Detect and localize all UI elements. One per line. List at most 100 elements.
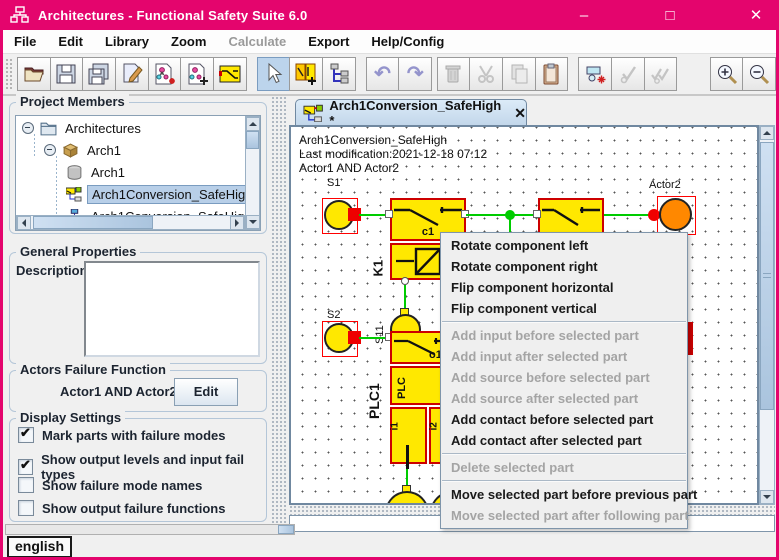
wire-c2-actor2: [604, 214, 653, 216]
hierarchy-button[interactable]: [322, 57, 356, 91]
description-label: Description: [16, 263, 88, 278]
delete-architecture-button[interactable]: [148, 57, 182, 91]
scroll-left-arrow[interactable]: [17, 216, 31, 230]
tab-close-icon[interactable]: ✕: [514, 105, 526, 122]
tree-item-arch1[interactable]: Arch1: [44, 140, 125, 160]
i2-label: i2: [429, 411, 440, 431]
canvas-vscroll-thumb[interactable]: [760, 142, 774, 410]
c1-left-connector[interactable]: [385, 210, 393, 218]
undo-arrow-icon: ↶: [374, 64, 391, 84]
paste-button[interactable]: [535, 57, 569, 91]
scroll-up-arrow[interactable]: [760, 126, 774, 140]
general-properties-title: General Properties: [16, 244, 140, 259]
tree-hscroll-thumb[interactable]: [33, 216, 153, 229]
menu-item-rotate-left[interactable]: Rotate component left: [441, 235, 687, 256]
s2-label: S2: [327, 309, 340, 321]
actor2[interactable]: [659, 198, 692, 231]
menu-edit[interactable]: Edit: [47, 34, 94, 49]
menu-item-move-before-previous[interactable]: Move selected part before previous part: [441, 484, 687, 505]
zoom-in-button[interactable]: [710, 57, 744, 91]
tree-item-arch1conversion-safehigh[interactable]: Arch1Conversion_SafeHigh: [66, 184, 257, 204]
menu-item-rotate-right[interactable]: Rotate component right: [441, 256, 687, 277]
option-show-failure-mode-names: Show failure mode names: [18, 477, 202, 493]
option-show-output-failure-functions: Show output failure functions: [18, 500, 225, 516]
menu-item-flip-horizontal[interactable]: Flip component horizontal: [441, 277, 687, 298]
application-window: Architectures - Functional Safety Suite …: [0, 0, 779, 560]
scroll-up-arrow[interactable]: [246, 117, 260, 131]
component-icon: [218, 62, 242, 86]
k1-bottom-connector[interactable]: [401, 277, 409, 285]
pointer-button[interactable]: [257, 57, 291, 91]
tree-vertical-scrollbar[interactable]: [245, 116, 260, 230]
menu-file[interactable]: File: [3, 34, 47, 49]
edit-failure-function-button[interactable]: Edit: [174, 378, 238, 406]
menu-separator: [442, 321, 686, 323]
left-hscroll-thumb[interactable]: [278, 525, 294, 534]
menu-zoom[interactable]: Zoom: [160, 34, 217, 49]
show-output-levels-checkbox[interactable]: [18, 459, 33, 475]
diagram-delete-icon: [152, 62, 176, 86]
undo-button[interactable]: ↶: [366, 57, 400, 91]
scroll-right-arrow[interactable]: [230, 216, 244, 230]
vertical-splitter[interactable]: [271, 96, 286, 524]
add-component-button[interactable]: [289, 57, 323, 91]
left-bottom-scrollbar[interactable]: [5, 524, 295, 535]
expand-toggle-icon[interactable]: [22, 122, 34, 134]
toolbar-grip[interactable]: [5, 58, 12, 90]
maximize-button[interactable]: □: [647, 0, 693, 30]
sensor1[interactable]: [385, 491, 429, 505]
minimize-button[interactable]: –: [561, 0, 607, 30]
show-output-failure-functions-checkbox[interactable]: [18, 500, 34, 516]
new-architecture-button[interactable]: [180, 57, 214, 91]
tree-horizontal-scrollbar[interactable]: [16, 215, 245, 230]
menu-item-add-contact-after[interactable]: Add contact after selected part: [441, 430, 687, 451]
save-all-button[interactable]: [82, 57, 116, 91]
menu-library[interactable]: Library: [94, 34, 160, 49]
expand-toggle-icon[interactable]: [44, 144, 56, 156]
scroll-down-arrow[interactable]: [760, 490, 774, 504]
language-selector[interactable]: english: [7, 536, 72, 558]
close-button[interactable]: ✕: [733, 0, 779, 30]
c2-left-connector[interactable]: [533, 210, 541, 218]
menu-item-move-after-following: Move selected part after following part: [441, 505, 687, 526]
tree-item-architectures[interactable]: Architectures: [22, 118, 145, 138]
menu-export[interactable]: Export: [297, 34, 360, 49]
tab-title: Arch1Conversion_SafeHigh *: [329, 98, 504, 128]
component-button[interactable]: [213, 57, 247, 91]
tree-vscroll-thumb[interactable]: [246, 131, 259, 149]
tab-arch1conversion-safehigh[interactable]: Arch1Conversion_SafeHigh * ✕: [295, 99, 527, 126]
double-floppy-icon: [87, 62, 111, 86]
project-tree[interactable]: Architectures Arch1 Arch1 Arch1Conversio…: [15, 115, 261, 231]
folder-icon: [40, 121, 57, 136]
open-button[interactable]: [17, 57, 51, 91]
menu-help-config[interactable]: Help/Config: [360, 34, 455, 49]
deselect-button[interactable]: [578, 57, 612, 91]
wire-c1-c2: [466, 214, 538, 216]
tree-item-arch1-db[interactable]: Arch1: [66, 162, 129, 182]
project-members-group: Project Members Architectures Arch1 Arch…: [9, 102, 267, 234]
mark-parts-checkbox[interactable]: [18, 427, 34, 443]
canvas-vertical-scrollbar[interactable]: [759, 125, 775, 505]
i1-pin: [406, 445, 409, 469]
menu-item-add-contact-before[interactable]: Add contact before selected part: [441, 409, 687, 430]
redo-button[interactable]: ↷: [398, 57, 432, 91]
open-folder-icon: [22, 62, 46, 86]
show-failure-mode-names-checkbox[interactable]: [18, 477, 34, 493]
canvas-title-text: Arch1Conversion_SafeHigh: [299, 133, 447, 147]
menu-item-add-source-before: Add source before selected part: [441, 367, 687, 388]
zoom-out-button[interactable]: [742, 57, 776, 91]
magnifier-minus-icon: [747, 62, 771, 86]
edit-architecture-button[interactable]: [115, 57, 149, 91]
menu-bar: File Edit Library Zoom Calculate Export …: [3, 30, 776, 54]
clipboard-icon: [539, 62, 563, 86]
tree-guide: [56, 156, 57, 214]
menu-calculate: Calculate: [217, 34, 297, 49]
actor2-label: Actor2: [649, 179, 681, 191]
description-textarea[interactable]: [84, 261, 260, 357]
save-button[interactable]: [50, 57, 84, 91]
menu-item-flip-vertical[interactable]: Flip component vertical: [441, 298, 687, 319]
display-settings-title: Display Settings: [16, 410, 125, 425]
scroll-down-arrow[interactable]: [246, 215, 260, 229]
accept-all-button: [644, 57, 678, 91]
redo-arrow-icon: ↷: [407, 64, 424, 84]
